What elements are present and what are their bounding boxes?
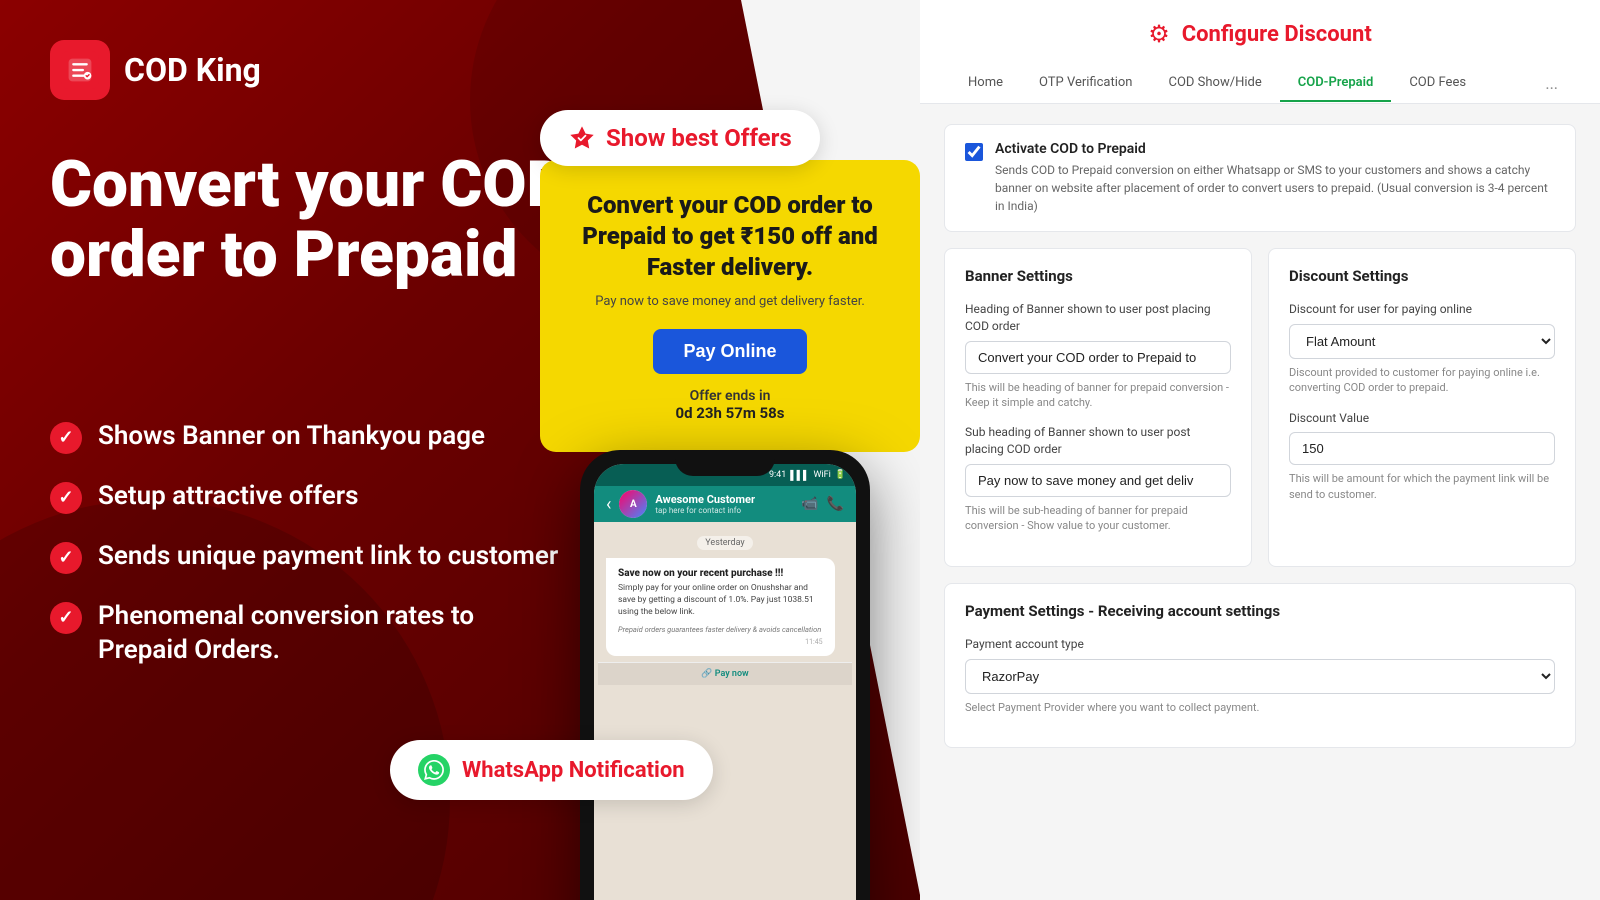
payment-settings: Payment Settings - Receiving account set… — [944, 583, 1576, 748]
more-tabs-button[interactable]: ... — [1533, 64, 1570, 103]
activate-checkbox[interactable] — [965, 143, 983, 161]
chat-date: Yesterday — [697, 536, 752, 550]
activate-label: Activate COD to Prepaid — [995, 141, 1555, 157]
pay-now-text: Pay now — [715, 669, 749, 679]
call-icon[interactable]: 📞 — [827, 496, 844, 512]
right-panel: ⚙ Configure Discount Home OTP Verificati… — [920, 0, 1600, 900]
chat-bubble-title: Save now on your recent purchase !!! — [618, 568, 823, 579]
subheading-hint: This will be sub-heading of banner for p… — [965, 503, 1231, 534]
offer-card-subtitle: Pay now to save money and get delivery f… — [568, 294, 892, 309]
discount-value-form-group: Discount Value This will be amount for w… — [1289, 410, 1555, 503]
contact-sub: tap here for contact info — [655, 506, 793, 515]
activate-text: Activate COD to Prepaid Sends COD to Pre… — [995, 141, 1555, 215]
contact-avatar: A — [619, 490, 647, 518]
account-type-form-group: Payment account type RazorPay Stripe Pay… — [965, 636, 1555, 715]
chat-bubble-body: Simply pay for your online order on Onus… — [618, 583, 823, 619]
logo-text: COD King — [124, 51, 261, 89]
configure-title: Configure Discount — [1182, 22, 1372, 47]
tab-cod-show-hide[interactable]: COD Show/Hide — [1151, 65, 1280, 102]
phone-notch — [675, 450, 775, 476]
offer-countdown: 0d 23h 57m 58s — [568, 404, 892, 422]
list-item: Shows Banner on Thankyou page — [50, 420, 570, 454]
phone-mockup: 9:41 ▌▌▌ WiFi 🔋 ‹ A Awesome Customer tap… — [580, 450, 900, 900]
heading-input[interactable] — [965, 341, 1231, 374]
discount-value-input[interactable] — [1289, 432, 1555, 465]
whatsapp-badge[interactable]: WhatsApp Notification — [390, 740, 713, 800]
activate-row: Activate COD to Prepaid Sends COD to Pre… — [944, 124, 1576, 232]
chat-message-bubble: Save now on your recent purchase !!! Sim… — [606, 558, 835, 656]
check-icon-1 — [50, 422, 82, 454]
cod-king-logo-icon — [50, 40, 110, 100]
tab-otp-verification[interactable]: OTP Verification — [1021, 65, 1151, 102]
heading-hint: This will be heading of banner for prepa… — [965, 380, 1231, 411]
pay-now-link[interactable]: 🔗 Pay now — [598, 662, 852, 685]
tab-cod-fees[interactable]: COD Fees — [1391, 65, 1484, 102]
wifi-icon: WiFi — [813, 470, 830, 480]
phone-screen: 9:41 ▌▌▌ WiFi 🔋 ‹ A Awesome Customer tap… — [594, 464, 856, 900]
heading-label: Heading of Banner shown to user post pla… — [965, 301, 1231, 335]
chat-time: 11:45 — [618, 638, 823, 646]
configure-header: ⚙ Configure Discount Home OTP Verificati… — [920, 0, 1600, 104]
discount-type-hint: Discount provided to customer for paying… — [1289, 365, 1555, 396]
signal-icon: ▌▌▌ — [790, 470, 809, 481]
tab-home[interactable]: Home — [950, 65, 1021, 102]
video-icon[interactable]: 📹 — [801, 496, 818, 512]
subheading-input[interactable] — [965, 464, 1231, 497]
battery-icon: 🔋 — [835, 470, 846, 480]
banner-settings-title: Banner Settings — [965, 267, 1231, 285]
whatsapp-badge-text: WhatsApp Notification — [462, 758, 685, 783]
discount-type-label: Discount for user for paying online — [1289, 301, 1555, 318]
activate-desc: Sends COD to Prepaid conversion on eithe… — [995, 161, 1555, 215]
discount-settings-title: Discount Settings — [1289, 267, 1555, 285]
configure-title-row: ⚙ Configure Discount — [950, 20, 1570, 48]
check-icon-2 — [50, 482, 82, 514]
check-icon-4 — [50, 602, 82, 634]
chat-bubble-footer: Prepaid orders guarantees faster deliver… — [618, 625, 823, 634]
nav-tabs: Home OTP Verification COD Show/Hide COD-… — [950, 64, 1570, 103]
account-type-select[interactable]: RazorPay Stripe PayU — [965, 659, 1555, 694]
pay-online-button[interactable]: Pay Online — [653, 329, 806, 374]
offer-ends-label: Offer ends in — [568, 388, 892, 404]
discount-settings-col: Discount Settings Discount for user for … — [1268, 248, 1576, 567]
back-arrow-icon[interactable]: ‹ — [606, 494, 611, 515]
discount-value-hint: This will be amount for which the paymen… — [1289, 471, 1555, 502]
pay-now-icon: 🔗 — [701, 669, 714, 679]
account-type-hint: Select Payment Provider where you want t… — [965, 700, 1555, 715]
main-content: Activate COD to Prepaid Sends COD to Pre… — [920, 104, 1600, 768]
offer-card: Convert your COD order to Prepaid to get… — [540, 160, 920, 452]
chat-action-icons: 📹 📞 — [801, 496, 844, 512]
discount-type-select[interactable]: Flat Amount Percentage — [1289, 324, 1555, 359]
subheading-form-group: Sub heading of Banner shown to user post… — [965, 424, 1231, 533]
settings-row: Banner Settings Heading of Banner shown … — [944, 248, 1576, 567]
list-item: Phenomenal conversion rates to Prepaid O… — [50, 600, 570, 668]
heading-form-group: Heading of Banner shown to user post pla… — [965, 301, 1231, 410]
payment-settings-title: Payment Settings - Receiving account set… — [965, 602, 1555, 620]
logo-area: COD King — [50, 40, 261, 100]
whatsapp-icon — [418, 754, 450, 786]
feature-list: Shows Banner on Thankyou page Setup attr… — [50, 420, 570, 694]
subheading-label: Sub heading of Banner shown to user post… — [965, 424, 1231, 458]
list-item: Sends unique payment link to customer — [50, 540, 570, 574]
check-icon-3 — [50, 542, 82, 574]
phone-outer: 9:41 ▌▌▌ WiFi 🔋 ‹ A Awesome Customer tap… — [580, 450, 870, 900]
main-headline: Convert your COD order to Prepaid — [50, 150, 600, 291]
discount-type-form-group: Discount for user for paying online Flat… — [1289, 301, 1555, 396]
chat-body: Yesterday Save now on your recent purcha… — [594, 522, 856, 691]
offers-badge-text: Show best Offers — [606, 124, 792, 152]
contact-name: Awesome Customer — [655, 493, 793, 506]
phone-time: 9:41 — [769, 470, 786, 480]
show-offers-badge[interactable]: Show best Offers — [540, 110, 820, 166]
chat-header: ‹ A Awesome Customer tap here for contac… — [594, 486, 856, 522]
account-type-label: Payment account type — [965, 636, 1555, 653]
left-panel: COD King Convert your COD order to Prepa… — [0, 0, 920, 900]
contact-info: Awesome Customer tap here for contact in… — [655, 493, 793, 515]
gear-icon: ⚙ — [1148, 20, 1170, 48]
offers-shield-icon — [568, 124, 596, 152]
tab-cod-prepaid[interactable]: COD-Prepaid — [1280, 65, 1392, 102]
list-item: Setup attractive offers — [50, 480, 570, 514]
discount-value-label: Discount Value — [1289, 410, 1555, 427]
banner-settings-col: Banner Settings Heading of Banner shown … — [944, 248, 1252, 567]
offer-card-title: Convert your COD order to Prepaid to get… — [568, 190, 892, 284]
